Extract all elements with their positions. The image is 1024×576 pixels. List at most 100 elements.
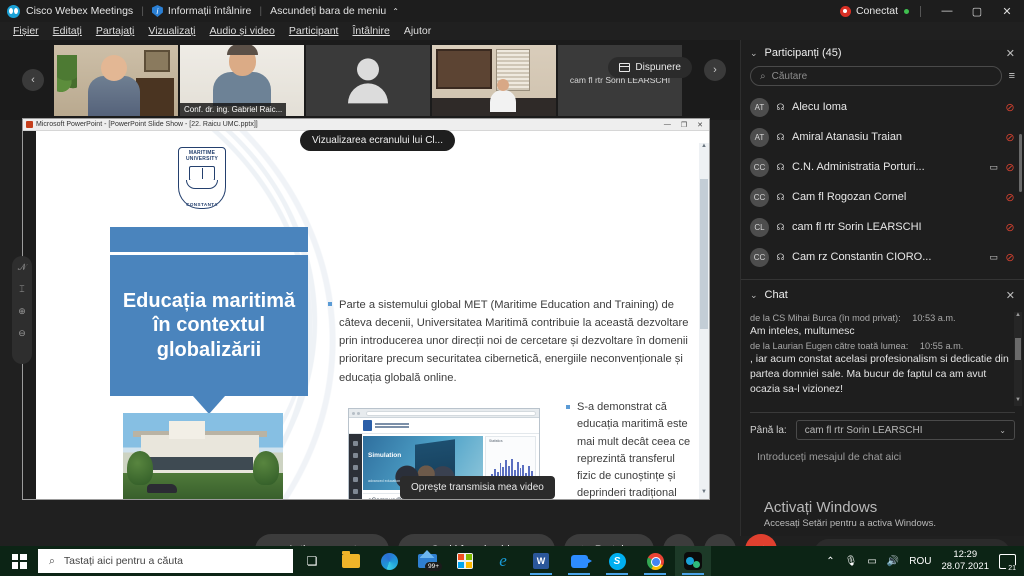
ppt-close-button[interactable]: ✕ — [697, 121, 703, 129]
chat-recipient-value: cam fl rtr Sorin LEARSCHI — [804, 424, 923, 436]
chat-scrollbar-thumb[interactable] — [1015, 338, 1021, 360]
video-thumbnail-no-video[interactable] — [306, 44, 430, 116]
chat-recipient-select[interactable]: cam fl rtr Sorin LEARSCHI ⌄ — [795, 420, 1015, 440]
taskbar-store[interactable] — [447, 546, 483, 576]
list-item[interactable]: CC ☊ Cam rz Constantin CIORO... ▭ ⊘ — [741, 242, 1024, 272]
recording-icon — [839, 5, 851, 17]
task-view-button[interactable]: ❏ — [293, 546, 331, 576]
list-item[interactable]: AT ☊ Alecu Ioma ⊘ — [741, 92, 1024, 122]
menu-intalnire[interactable]: Întâlnire — [345, 25, 396, 37]
taskbar-internet-explorer[interactable]: e — [485, 546, 521, 576]
chrome-icon — [646, 552, 664, 570]
avatar: CC — [750, 157, 769, 177]
menu-ajutor[interactable]: Ajutor — [397, 25, 438, 37]
menu-audio-video[interactable]: Audio și video — [202, 25, 281, 37]
taskbar-edge[interactable] — [371, 546, 407, 576]
battery-tray-icon[interactable]: ▭ — [867, 556, 876, 567]
bullet-marker-icon — [328, 302, 332, 306]
chat-timestamp: 10:53 a.m. — [912, 313, 956, 323]
ppt-restore-button[interactable]: ❐ — [681, 121, 687, 129]
taskbar-skype[interactable]: S — [599, 546, 635, 576]
close-button[interactable]: ✕ — [992, 0, 1022, 22]
menu-vizualizati-label: Vizualizați — [148, 25, 196, 37]
taskbar-zoom[interactable] — [561, 546, 597, 576]
avatar: AT — [750, 127, 769, 147]
logo-line-2: UNIVERSITY — [185, 156, 218, 163]
list-item[interactable]: AT ☊ Amiral Atanasiu Traian ⊘ — [741, 122, 1024, 152]
taskbar-webex[interactable] — [675, 546, 711, 576]
list-item[interactable]: CC ☊ C.N. Administratia Porturi... ▭ ⊘ — [741, 152, 1024, 182]
chevron-down-icon[interactable]: ⌄ — [750, 290, 758, 301]
zoom-in-icon[interactable]: ⊕ — [18, 306, 26, 317]
maximize-button[interactable]: ▢ — [962, 0, 992, 22]
chat-scroll-down-icon[interactable]: ▼ — [1014, 397, 1022, 406]
start-button[interactable] — [0, 546, 38, 576]
chat-scroll-up-icon[interactable]: ▲ — [1014, 312, 1022, 321]
menu-partajati[interactable]: Partajați — [89, 25, 142, 37]
menu-participant[interactable]: Participant — [282, 25, 346, 37]
list-item[interactable]: CC ☊ Cam fl Rogozan Cornel ⊘ — [741, 182, 1024, 212]
chat-messages[interactable]: de la CS Mihai Burca (în mod privat): 10… — [741, 308, 1024, 408]
participants-scrollbar[interactable] — [1019, 134, 1022, 192]
ppt-minimize-button[interactable]: — — [664, 121, 671, 129]
list-item[interactable]: CL ☊ cam fl rtr Sorin LEARSCHI ⊘ — [741, 212, 1024, 242]
system-tray: ⌃ 🎙 ▭ 🔊 ROU 12:29 28.07.2021 — [826, 549, 1024, 572]
participants-list[interactable]: AT ☊ Alecu Ioma ⊘ AT ☊ Amiral Atanasiu T… — [741, 92, 1024, 277]
search-input[interactable]: ⌕ Căutare — [750, 66, 1002, 86]
hide-menu-button[interactable]: Ascundeți bara de meniu ⌃ — [270, 5, 399, 17]
marker-icon[interactable]: ⌶ — [19, 284, 24, 295]
video-thumbnail-name-only[interactable]: cam fl rtr Sorin LEARSCHI — [558, 44, 682, 116]
menu-audio-video-label: Audio și video — [209, 25, 275, 37]
taskbar-file-explorer[interactable] — [333, 546, 369, 576]
title-bar: Cisco Webex Meetings | Informații întâln… — [0, 0, 1024, 22]
layout-button[interactable]: Dispunere — [608, 57, 692, 78]
meeting-info-button[interactable]: Informații întâlnire — [151, 5, 252, 17]
participant-name: Alecu Ioma — [792, 101, 848, 113]
prev-thumbnails-button[interactable]: ‹ — [22, 69, 44, 91]
windows-logo-icon — [11, 553, 27, 569]
notifications-button[interactable] — [999, 553, 1018, 572]
close-chat-icon[interactable]: ✕ — [1006, 289, 1015, 302]
participant-name: Cam fl Rogozan Cornel — [792, 191, 907, 203]
scrollbar-thumb[interactable] — [700, 179, 708, 329]
meeting-info-label: Informații întâlnire — [167, 5, 252, 17]
chat-input[interactable]: Introduceți mesajul de chat aici — [741, 447, 1024, 463]
layout-grid-icon — [619, 63, 631, 72]
chevron-down-icon[interactable]: ⌄ — [750, 48, 758, 59]
language-indicator[interactable]: ROU — [909, 556, 931, 567]
pointer-icon[interactable]: 𝒩 — [18, 262, 27, 273]
volume-tray-icon[interactable]: 🔊 — [887, 556, 899, 567]
menu-fisier[interactable]: Fișier — [6, 25, 46, 37]
minimize-button[interactable]: — — [932, 0, 962, 22]
tray-expand-icon[interactable]: ⌃ — [826, 556, 834, 567]
zoom-out-icon[interactable]: ⊖ — [18, 328, 26, 339]
site-header-text — [375, 423, 409, 428]
taskbar-mail[interactable]: 99+ — [409, 546, 445, 576]
video-thumbnail-strip: ‹ Conf. dr. ing. Gabriel Raic... cam fl … — [0, 40, 740, 120]
participant-figure — [88, 54, 140, 116]
menu-editati[interactable]: Editați — [46, 25, 89, 37]
scroll-up-button[interactable]: ▲ — [699, 143, 709, 153]
search-icon: ⌕ — [760, 70, 766, 82]
taskbar-word[interactable]: W — [523, 546, 559, 576]
site-sidebar — [349, 434, 362, 499]
sort-icon[interactable]: ≡ — [1009, 70, 1015, 82]
taskbar-search-input[interactable]: ⌕ Tastați aici pentru a căuta — [38, 549, 293, 573]
video-thumbnail-active-speaker[interactable]: Conf. dr. ing. Gabriel Raic... — [180, 44, 304, 116]
list-item[interactable]: CC ☊ Cam. Fl. COJOCARU CORNEL ⊘ — [741, 272, 1024, 277]
microphone-tray-icon[interactable]: 🎙 — [845, 556, 858, 567]
webex-icon — [684, 552, 702, 570]
menu-vizualizati[interactable]: Vizualizați — [141, 25, 202, 37]
clock[interactable]: 12:29 28.07.2021 — [941, 549, 989, 572]
slide-scrollbar[interactable]: ▲ ▼ — [699, 143, 709, 499]
logo-emblem — [185, 164, 219, 190]
scroll-down-button[interactable]: ▼ — [699, 489, 709, 499]
mic-muted-icon: ⊘ — [1005, 161, 1015, 174]
close-participants-icon[interactable]: ✕ — [1006, 47, 1015, 60]
chat-scrollbar[interactable]: ▲ ▼ — [1014, 312, 1022, 406]
video-thumbnail[interactable] — [54, 44, 178, 116]
video-thumbnail[interactable] — [432, 44, 556, 116]
video-button-tooltip: Opreşte transmisia mea video — [400, 476, 555, 499]
next-thumbnails-button[interactable]: › — [704, 59, 726, 81]
taskbar-chrome[interactable] — [637, 546, 673, 576]
